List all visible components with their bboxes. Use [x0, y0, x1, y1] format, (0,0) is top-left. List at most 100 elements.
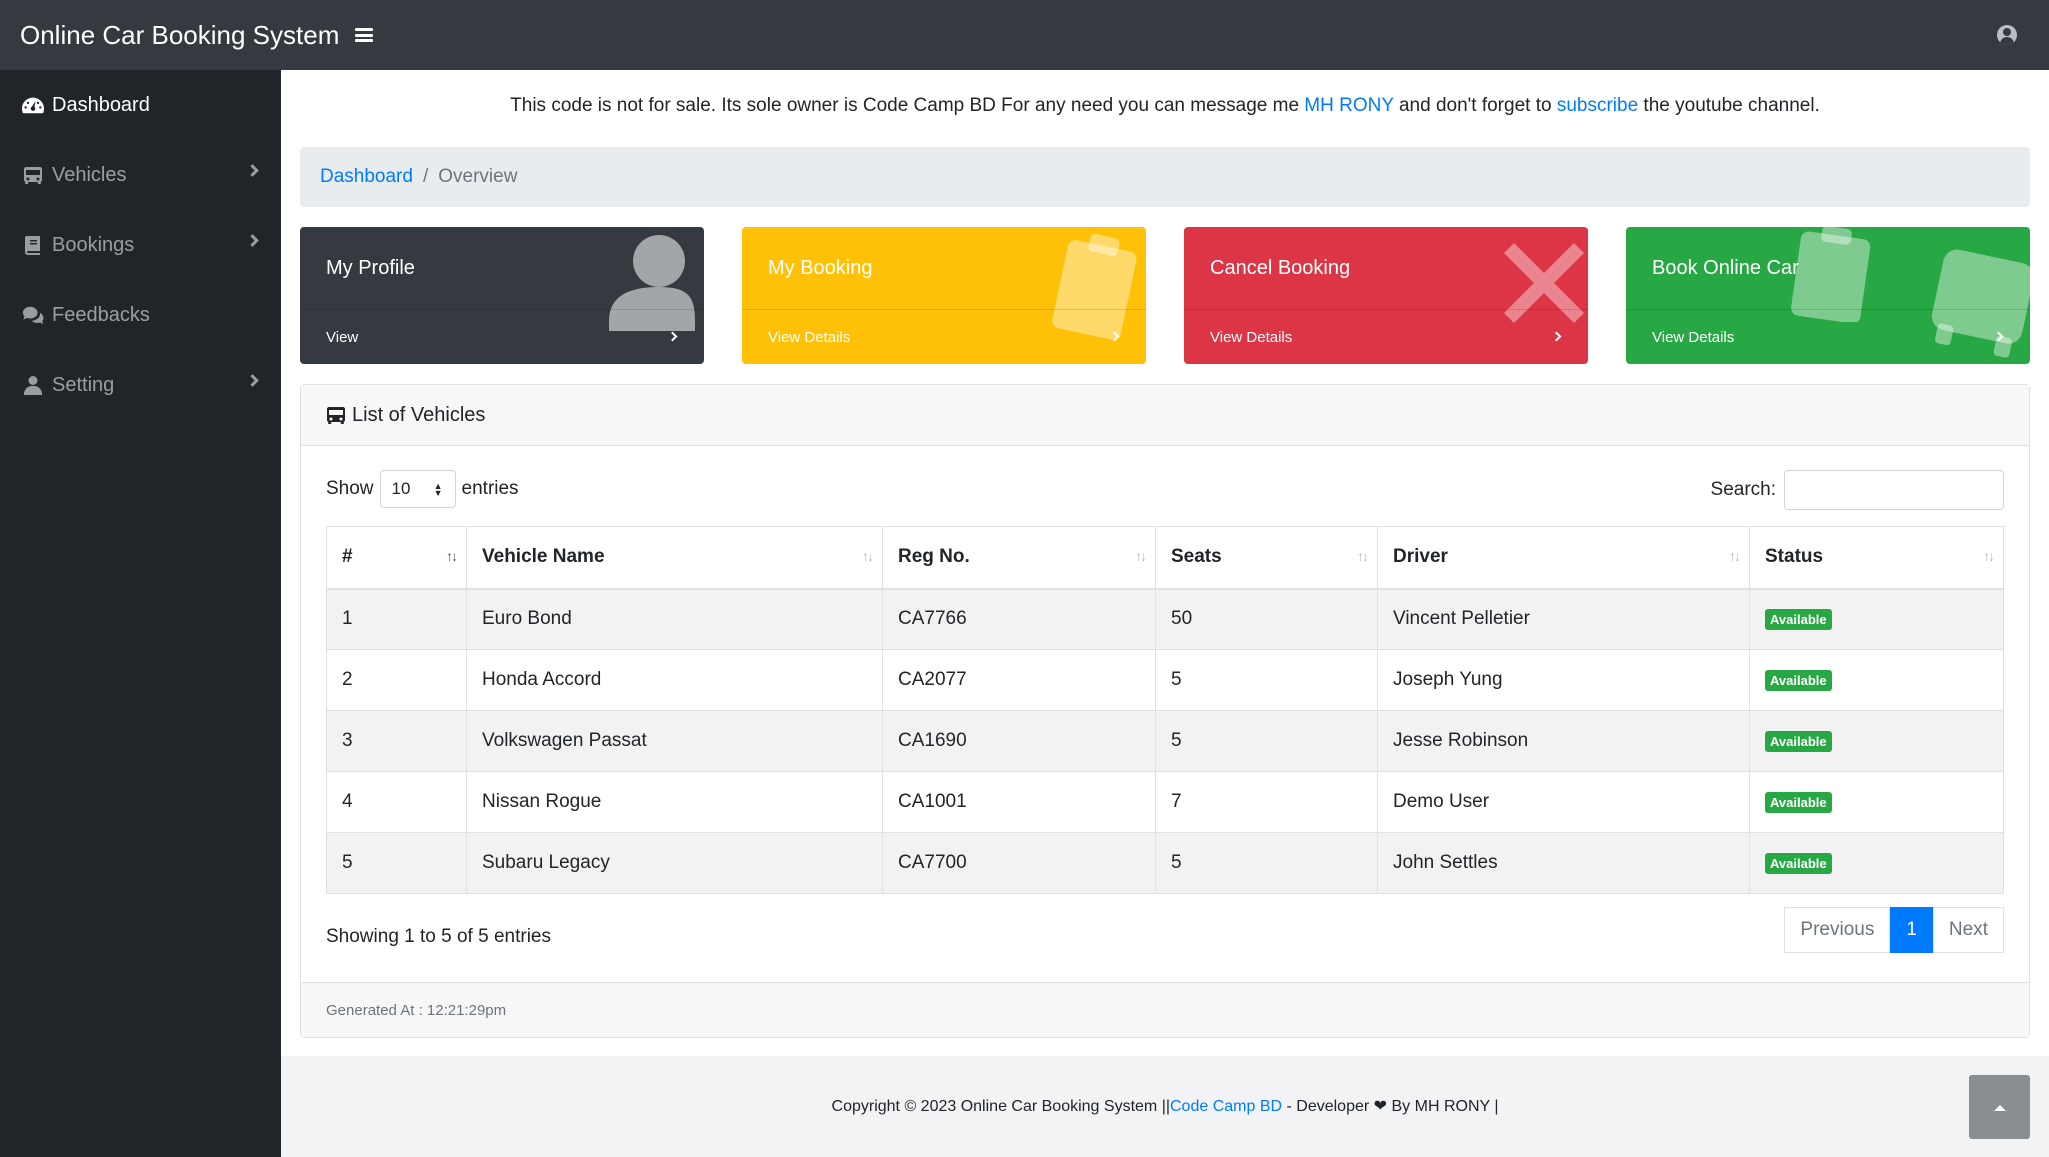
tachometer-icon — [22, 95, 44, 115]
app-title[interactable]: Online Car Booking System — [0, 20, 339, 51]
cell-vehicle-name: Volkswagen Passat — [466, 710, 883, 772]
select-arrows-icon: ▲ ▼ — [433, 481, 443, 498]
page-1-button[interactable]: 1 — [1890, 907, 1933, 953]
status-badge: Available — [1765, 670, 1832, 691]
chevron-right-icon — [1109, 331, 1120, 342]
chevron-right-icon — [246, 164, 259, 177]
cell-seats: 5 — [1155, 649, 1378, 711]
code-camp-bd-link[interactable]: Code Camp BD — [1170, 1098, 1282, 1115]
column-header-driver[interactable]: Driver ↑↓ — [1377, 526, 1750, 590]
column-header-status[interactable]: Status ↑↓ — [1749, 526, 2004, 590]
column-header-seats[interactable]: Seats ↑↓ — [1155, 526, 1378, 590]
table-row: 3 Volkswagen Passat CA1690 5 Jesse Robin… — [326, 710, 2004, 772]
cell-vehicle-name: Honda Accord — [466, 649, 883, 711]
sidebar-item-dashboard[interactable]: Dashboard — [0, 70, 281, 140]
vehicles-panel: List of Vehicles Show 10 ▲ ▼ entries Sear… — [300, 384, 2030, 1038]
table-row: 4 Nissan Rogue CA1001 7 Demo User Availa… — [326, 771, 2004, 833]
sidebar-item-bookings[interactable]: Bookings — [0, 210, 281, 280]
subscribe-link[interactable]: subscribe — [1557, 95, 1638, 116]
cell-vehicle-name: Subaru Legacy — [466, 832, 883, 894]
sort-icon: ↑↓ — [1135, 548, 1147, 564]
notice-text: This code is not for sale. Its sole owne… — [510, 95, 1305, 116]
column-header-vehicle-name[interactable]: Vehicle Name ↑↓ — [466, 526, 883, 590]
sort-icon: ↑↓ — [862, 548, 874, 564]
vehicles-table: # ↑↓ Vehicle Name ↑↓ Reg No. ↑↓ Seats ↑↓ Dri… — [326, 526, 2004, 894]
card-link-label: View Details — [1652, 328, 1735, 346]
cell-vehicle-name: Nissan Rogue — [466, 771, 883, 833]
cell-reg-no: CA7700 — [882, 832, 1156, 894]
entries-label: entries — [461, 478, 519, 499]
sort-icon: ↑↓ — [446, 548, 458, 564]
cell-status: Available — [1749, 771, 2004, 833]
card-link-label: View Details — [1210, 328, 1293, 346]
panel-header: List of Vehicles — [301, 385, 2029, 446]
cell-number: 4 — [326, 771, 467, 833]
scroll-to-top-button[interactable] — [1969, 1075, 2030, 1139]
menu-toggle-icon[interactable] — [355, 28, 374, 42]
sort-icon: ↑↓ — [1357, 548, 1369, 564]
cell-reg-no: CA1001 — [882, 771, 1156, 833]
next-page-button[interactable]: Next — [1932, 907, 2004, 953]
breadcrumb-dashboard-link[interactable]: Dashboard — [320, 166, 413, 188]
cell-driver: Demo User — [1377, 771, 1750, 833]
mh-rony-link[interactable]: MH RONY — [1304, 95, 1393, 116]
card-title: My Booking — [768, 257, 873, 279]
sidebar-item-setting[interactable]: Setting — [0, 350, 281, 420]
cell-seats: 5 — [1155, 710, 1378, 772]
status-badge: Available — [1765, 609, 1832, 631]
footer-text: Copyright © 2023 Online Car Booking Syst… — [831, 1098, 1170, 1115]
pagination: Previous 1 Next — [1784, 907, 2004, 953]
search-input[interactable] — [1784, 470, 2004, 510]
column-label: Seats — [1171, 546, 1222, 568]
card-link-label: View Details — [768, 328, 851, 346]
cell-status: Available — [1749, 832, 2004, 894]
my-booking-view-details-link[interactable]: View Details — [742, 309, 1146, 364]
table-row: 5 Subaru Legacy CA7700 5 John Settles Av… — [326, 832, 2004, 894]
cancel-booking-view-details-link[interactable]: View Details — [1184, 309, 1588, 364]
sidebar-item-label: Feedbacks — [52, 303, 150, 326]
user-account-icon[interactable] — [1997, 25, 2017, 45]
card-link-label: View — [326, 328, 359, 346]
previous-page-button[interactable]: Previous — [1784, 907, 1891, 953]
column-header-number[interactable]: # ↑↓ — [326, 526, 467, 590]
sidebar-item-vehicles[interactable]: Vehicles — [0, 140, 281, 210]
chevron-right-icon — [246, 374, 259, 387]
column-label: Driver — [1393, 546, 1448, 568]
column-label: # — [342, 546, 353, 568]
cell-number: 5 — [326, 832, 467, 894]
status-badge: Available — [1765, 853, 1832, 874]
sidebar: Dashboard Vehicles Bookings Feedbacks Se… — [0, 70, 281, 1157]
cell-seats: 5 — [1155, 832, 1378, 894]
cell-vehicle-name: Euro Bond — [466, 588, 883, 650]
sidebar-item-label: Dashboard — [52, 93, 150, 116]
sidebar-item-feedbacks[interactable]: Feedbacks — [0, 280, 281, 350]
status-badge: Available — [1765, 792, 1832, 813]
clipboard-icon — [1791, 227, 1871, 322]
cell-driver: John Settles — [1377, 832, 1750, 894]
cell-status: Available — [1749, 710, 2004, 772]
entries-value: 10 — [391, 479, 411, 498]
entries-select[interactable]: 10 ▲ ▼ — [379, 470, 456, 508]
book-online-car-view-details-link[interactable]: View Details — [1626, 309, 2030, 364]
cell-status: Available — [1749, 588, 2004, 650]
book-online-car-card: Book Online Car View Details — [1626, 227, 2030, 364]
column-header-reg-no[interactable]: Reg No. ↑↓ — [882, 526, 1156, 590]
user-icon — [22, 375, 44, 395]
column-label: Vehicle Name — [482, 546, 605, 568]
cell-reg-no: CA7766 — [882, 588, 1156, 650]
panel-title: List of Vehicles — [352, 403, 486, 426]
show-label: Show — [326, 478, 374, 499]
chevron-right-icon — [246, 234, 259, 247]
cell-status: Available — [1749, 649, 2004, 711]
my-profile-card: My Profile View — [300, 227, 704, 364]
cell-number: 3 — [326, 710, 467, 772]
chevron-right-icon — [1993, 331, 2004, 342]
cancel-booking-card: Cancel Booking View Details — [1184, 227, 1588, 364]
sidebar-item-label: Bookings — [52, 233, 135, 256]
cell-reg-no: CA1690 — [882, 710, 1156, 772]
my-profile-view-link[interactable]: View — [300, 309, 704, 364]
chevron-right-icon — [667, 331, 678, 342]
my-booking-card: My Booking View Details — [742, 227, 1146, 364]
page-footer: Copyright © 2023 Online Car Booking Syst… — [281, 1056, 2049, 1157]
cell-driver: Joseph Yung — [1377, 649, 1750, 711]
